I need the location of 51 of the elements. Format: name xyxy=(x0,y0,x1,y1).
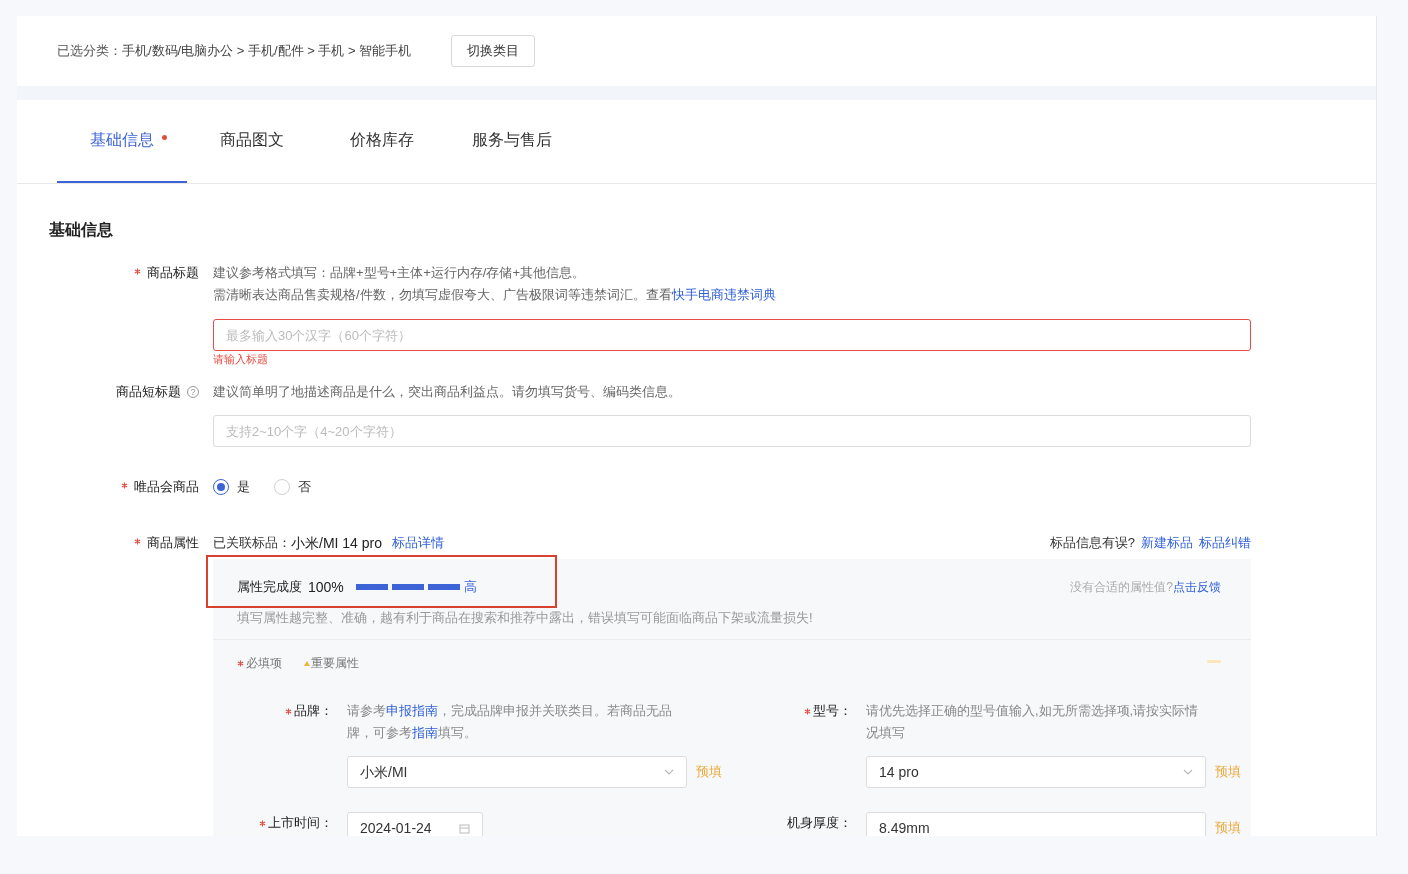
error-text: 请输入标题 xyxy=(213,352,269,367)
completion-percent: 100% xyxy=(308,578,344,597)
category-path: 手机/数码/电脑办公 > 手机/配件 > 手机 > 智能手机 xyxy=(122,42,412,61)
calendar-icon xyxy=(459,822,470,834)
hint-text: 请优先选择正确的型号值输入,如无所需选择项,请按实际情况填写 xyxy=(866,702,1200,742)
select-field[interactable]: 小米/MI xyxy=(347,756,687,788)
radio-label: 否 xyxy=(298,478,311,496)
legend-label: 必填项 xyxy=(246,655,282,672)
short-title-input[interactable]: 支持2~10个字（4~20个字符） xyxy=(213,415,1251,447)
field-label: 机身厚度： xyxy=(787,814,852,832)
asterisk-icon xyxy=(237,659,244,667)
field-label: 品牌： xyxy=(294,702,333,720)
dictionary-link[interactable]: 快手电商违禁词典 xyxy=(671,287,776,302)
feedback-question: 没有合适的属性值? xyxy=(1070,579,1173,596)
completion-label: 属性完成度 xyxy=(237,578,302,596)
field-label: 型号： xyxy=(813,702,852,720)
detail-link[interactable]: 标品详情 xyxy=(392,532,445,554)
linked-label: 已关联标品： xyxy=(213,534,291,552)
collapse-icon[interactable] xyxy=(1207,660,1221,663)
section-title: 基础信息 xyxy=(49,221,113,238)
hint-text: 需清晰表达商品售卖规格/件数，勿填写虚假夸大、广告极限词等违禁词汇。查看快手电商违禁词典 xyxy=(213,286,777,304)
completion-rating: 高 xyxy=(463,578,477,596)
input-field[interactable]: 8.49mm xyxy=(866,812,1206,836)
field-label: 商品属性 xyxy=(147,534,199,552)
hint-text: 建议简单明了地描述商品是什么，突出商品利益点。请勿填写货号、编码类信息。 xyxy=(213,383,682,401)
feedback-link[interactable]: 点击反馈 xyxy=(1173,576,1221,598)
hint-text: 请参考申报指南，完成品牌申报并关联类目。若商品无品牌，可参考指南填写。 xyxy=(347,702,673,742)
triangle-icon xyxy=(304,660,310,666)
tab[interactable]: 基础信息 xyxy=(57,99,187,183)
radio-label: 是 xyxy=(237,478,250,496)
select-field[interactable]: 14 pro xyxy=(866,756,1206,788)
field-label: 商品标题 xyxy=(147,264,199,282)
field-label: 上市时间： xyxy=(268,814,333,832)
chevron-down-icon xyxy=(664,769,674,775)
tab[interactable]: 商品图文 xyxy=(187,99,317,183)
hint-text: 建议参考格式填写：品牌+型号+主体+运行内存/存储+其他信息。 xyxy=(213,264,586,282)
note-text: 填写属性越完整、准确，越有利于商品在搜索和推荐中露出，错误填写可能面临商品下架或流量损失! xyxy=(236,609,814,627)
tab[interactable]: 服务与售后 xyxy=(447,99,577,183)
chevron-down-icon xyxy=(1183,769,1193,775)
field-label: 商品短标题 xyxy=(116,383,181,401)
category-label: 已选分类： xyxy=(57,42,122,61)
action-link[interactable]: 新建标品 xyxy=(1141,532,1193,554)
date-field[interactable]: 2024-01-24 xyxy=(347,812,483,836)
title-input[interactable]: 最多输入30个汉字（60个字符） xyxy=(213,319,1251,351)
switch-category-button[interactable]: 切换类目 xyxy=(451,35,536,67)
field-label: 唯品会商品 xyxy=(134,478,199,496)
tab[interactable]: 价格库存 xyxy=(317,99,447,183)
linked-product: 小米/MI 14 pro xyxy=(291,534,383,553)
legend-label: 重要属性 xyxy=(311,655,359,672)
action-link[interactable]: 标品纠错 xyxy=(1199,532,1251,554)
question-text: 标品信息有误? xyxy=(1049,534,1135,552)
